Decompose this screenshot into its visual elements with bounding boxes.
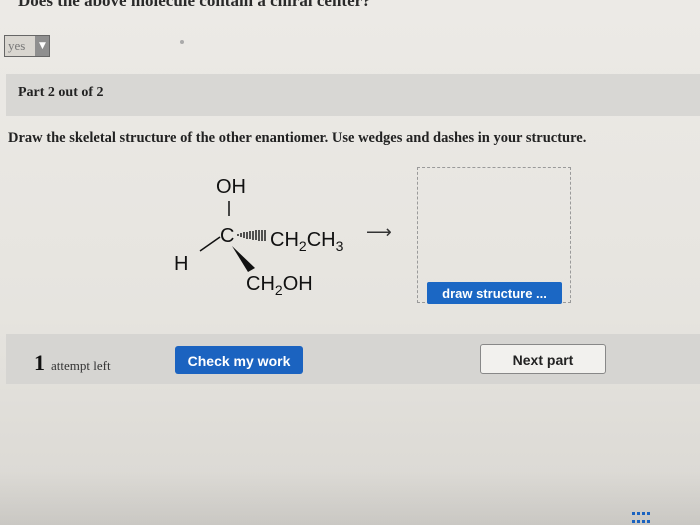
instructions-text: Draw the skeletal structure of the other… [8, 130, 587, 146]
attempts-label: attempt left [51, 358, 111, 373]
hydroxymethyl-group-label: CH2OH [246, 273, 313, 298]
ethyl-group-label: CH2CH3 [270, 229, 344, 254]
draw-structure-button[interactable]: draw structure ... [427, 282, 562, 304]
attempts-left: 1 attempt left [34, 350, 111, 376]
bottom-shade [0, 470, 700, 525]
dash-bond [237, 230, 266, 241]
carbon-label: C [220, 225, 234, 247]
decorative-dot [180, 40, 184, 44]
attempts-count: 1 [34, 350, 45, 375]
part-label: Part 2 out of 2 [18, 85, 104, 100]
oh-label: OH [216, 176, 246, 198]
reaction-arrow-icon: ⟶ [366, 222, 392, 243]
bond-c-h [199, 236, 221, 252]
grid-icon[interactable] [632, 512, 650, 525]
check-my-work-button[interactable]: Check my work [175, 346, 303, 374]
wedge-bond [232, 246, 255, 272]
molecule-structure: OH C H CH2CH3 CH2OH [174, 176, 344, 298]
hydrogen-label: H [174, 253, 188, 275]
answer-dropdown-value: yes [5, 36, 35, 56]
dropdown-triangle-icon: ▼ [39, 41, 46, 51]
question-text: Does the above molecule contain a chiral… [18, 0, 371, 10]
answer-dropdown[interactable]: yes ▼ [4, 35, 50, 57]
next-part-button[interactable]: Next part [480, 344, 606, 374]
part-header: Part 2 out of 2 [6, 74, 700, 116]
